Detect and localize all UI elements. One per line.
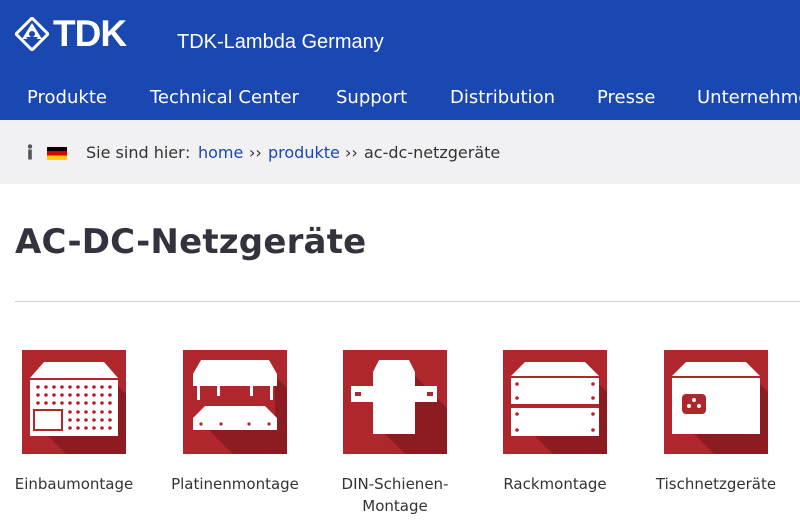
- breadcrumb-separator: ››: [345, 143, 358, 162]
- category-tischnetzgeraete[interactable]: Tischnetzgeräte: [636, 350, 796, 495]
- category-din-schienen-montage[interactable]: DIN-Schienen- Montage: [315, 350, 475, 517]
- nav-item-distribution[interactable]: Distribution: [450, 80, 555, 116]
- breadcrumb-prefix: Sie sind hier: [86, 143, 185, 162]
- person-icon: [27, 144, 33, 160]
- category-label: DIN-Schienen- Montage: [341, 475, 449, 515]
- pcb-mount-psu-icon: [183, 350, 287, 454]
- din-rail-psu-icon: [343, 350, 447, 454]
- category-label: Tischnetzgeräte: [655, 475, 777, 493]
- category-einbaumontage[interactable]: Einbaumontage: [0, 350, 154, 495]
- breadcrumb-link-home[interactable]: home: [198, 143, 243, 162]
- category-label: Rackmontage: [503, 475, 607, 493]
- benchtop-psu-icon: [664, 350, 768, 454]
- category-rackmontage[interactable]: Rackmontage: [475, 350, 635, 495]
- nav-item-unternehmen[interactable]: Unternehmen: [697, 80, 800, 116]
- category-label: Platinenmontage: [171, 475, 299, 493]
- breadcrumb-colon: :: [185, 143, 191, 162]
- logo-text: TDK: [53, 13, 127, 54]
- tdk-logo-icon: [15, 17, 49, 51]
- site-header: TDK TDK-Lambda Germany Produkte Technica…: [0, 0, 800, 120]
- breadcrumb-separator: ››: [249, 143, 262, 162]
- breadcrumb: Sie sind hier : home ›› produkte ›› ac-d…: [0, 120, 800, 184]
- nav-item-presse[interactable]: Presse: [597, 80, 655, 116]
- divider: [15, 301, 800, 302]
- nav-item-support[interactable]: Support: [336, 80, 407, 116]
- enclosed-psu-icon: [22, 350, 126, 454]
- rack-mount-psu-icon: [503, 350, 607, 454]
- category-label: Einbaumontage: [14, 475, 134, 493]
- category-platinenmontage[interactable]: Platinenmontage: [155, 350, 315, 495]
- breadcrumb-current: ac-dc-netzgeräte: [364, 143, 501, 162]
- breadcrumb-link-produkte[interactable]: produkte: [268, 143, 340, 162]
- nav-item-produkte[interactable]: Produkte: [27, 80, 107, 116]
- german-flag-icon[interactable]: [47, 147, 67, 160]
- nav-item-technical-center[interactable]: Technical Center: [150, 80, 299, 116]
- tdk-logo[interactable]: TDK: [15, 13, 127, 54]
- page-title: AC-DC-Netzgeräte: [15, 222, 367, 262]
- site-name[interactable]: TDK-Lambda Germany: [177, 31, 384, 54]
